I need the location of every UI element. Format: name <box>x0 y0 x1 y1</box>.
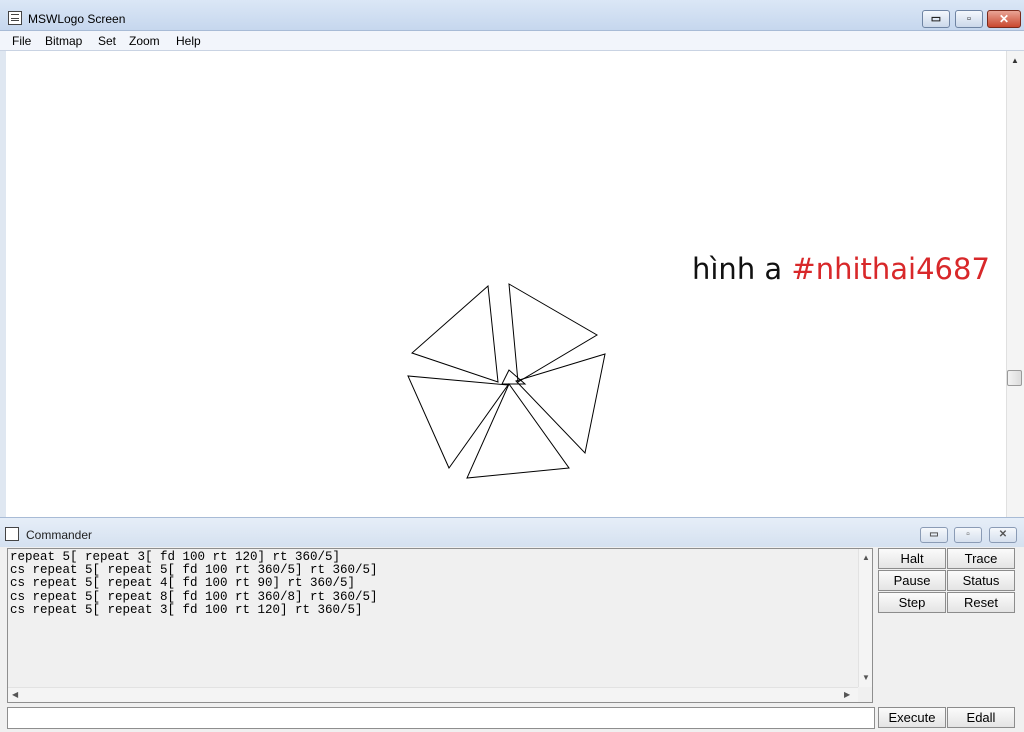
commander-minimize-button[interactable]: ▭ <box>920 527 948 543</box>
scroll-right-icon[interactable]: ▶ <box>844 690 850 699</box>
caption-prefix: hình a <box>692 252 783 286</box>
command-history[interactable]: repeat 5[ repeat 3[ fd 100 rt 120] rt 36… <box>10 550 850 617</box>
triangle-1 <box>411 284 499 383</box>
history-line[interactable]: cs repeat 5[ repeat 8[ fd 100 rt 360/8] … <box>10 590 850 604</box>
menu-bitmap[interactable]: Bitmap <box>45 34 82 48</box>
close-button[interactable]: ✕ <box>987 10 1021 28</box>
close-icon: ✕ <box>998 529 1008 540</box>
menu-set[interactable]: Set <box>98 34 116 48</box>
turtle-marker <box>501 369 527 385</box>
history-line[interactable]: cs repeat 5[ repeat 4[ fd 100 rt 90] rt … <box>10 577 850 590</box>
menu-bar: File Bitmap Set Zoom Help <box>0 31 1024 51</box>
command-input[interactable] <box>7 707 875 729</box>
commander-icon[interactable] <box>5 527 19 541</box>
commander-title-bar[interactable] <box>0 517 1024 547</box>
maximize-icon: ▫ <box>966 529 970 540</box>
menu-zoom[interactable]: Zoom <box>129 34 160 48</box>
halt-button[interactable]: Halt <box>878 548 946 569</box>
step-button[interactable]: Step <box>878 592 946 613</box>
history-horizontal-scrollbar[interactable]: ◀ ▶ <box>8 687 858 702</box>
edall-button[interactable]: Edall <box>947 707 1015 728</box>
menu-file[interactable]: File <box>12 34 31 48</box>
history-line[interactable]: cs repeat 5[ repeat 3[ fd 100 rt 120] rt… <box>10 603 850 617</box>
maximize-button[interactable]: ▫ <box>955 10 983 28</box>
minimize-icon: ▭ <box>929 529 939 540</box>
triangle-4 <box>466 382 570 479</box>
trace-button[interactable]: Trace <box>947 548 1015 569</box>
app-icon[interactable] <box>8 11 22 25</box>
commander-maximize-button[interactable]: ▫ <box>954 527 982 543</box>
canvas-vertical-scrollbar[interactable] <box>1006 51 1024 517</box>
triangle-2 <box>508 283 598 383</box>
triangle-5 <box>407 375 509 470</box>
history-vertical-scrollbar[interactable]: ▲ ▼ <box>858 549 872 687</box>
menu-help[interactable]: Help <box>176 34 201 48</box>
caption-hashtag: #nhithai4687 <box>791 252 990 286</box>
scroll-up-icon[interactable]: ▲ <box>862 553 870 562</box>
close-icon: ✕ <box>998 12 1010 26</box>
reset-button[interactable]: Reset <box>947 592 1015 613</box>
triangle-group <box>407 283 606 479</box>
minimize-icon: ▭ <box>930 13 942 25</box>
window-title: MSWLogo Screen <box>28 12 126 26</box>
canvas-scroll-thumb[interactable] <box>1007 370 1022 386</box>
triangle-3 <box>515 353 606 455</box>
execute-button[interactable]: Execute <box>878 707 946 728</box>
scroll-up-icon[interactable]: ▲ <box>1011 56 1019 65</box>
scroll-left-icon[interactable]: ◀ <box>12 690 18 699</box>
main-title-bar[interactable] <box>0 0 1024 31</box>
scroll-down-icon[interactable]: ▼ <box>862 673 870 682</box>
pause-button[interactable]: Pause <box>878 570 946 591</box>
drawing-caption: hình a #nhithai4687 <box>692 252 990 286</box>
status-button[interactable]: Status <box>947 570 1015 591</box>
maximize-icon: ▫ <box>967 13 971 25</box>
commander-close-button[interactable]: ✕ <box>989 527 1017 543</box>
commander-title: Commander <box>26 528 93 542</box>
minimize-button[interactable]: ▭ <box>922 10 950 28</box>
